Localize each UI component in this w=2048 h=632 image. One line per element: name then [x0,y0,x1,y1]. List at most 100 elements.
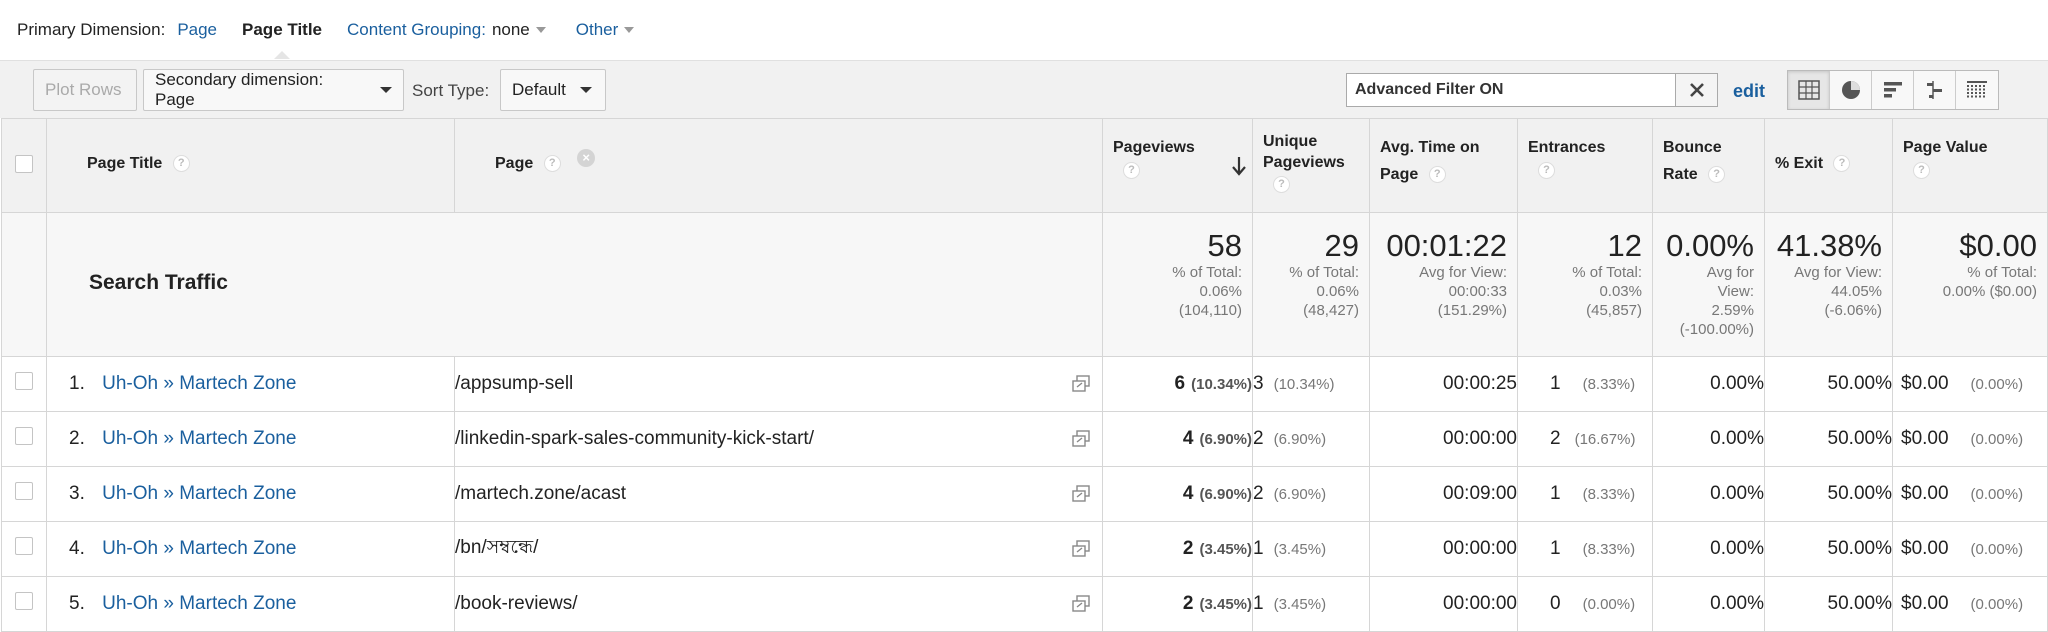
summary-entrances-pct: 0.03% [1599,283,1642,300]
bounce-rate-cell: 0.00% [1652,411,1765,467]
pie-view-button[interactable] [1830,71,1872,109]
bar-view-button[interactable] [1872,71,1914,109]
help-icon[interactable]: ? [1833,155,1851,173]
row-checkbox[interactable] [15,482,33,500]
page-title-column-header[interactable]: Page Title ? [46,118,455,213]
page-value-pct: (0.00%) [1970,431,2024,448]
table-row: 4. Uh-Oh » Martech Zone /bn/সম্বন্ধে/ 2 (… [1,521,2048,577]
pageviews-cell: 6 (10.34%) [1102,356,1253,412]
clear-filter-button[interactable] [1675,73,1718,107]
row-select-cell [1,466,47,522]
help-icon[interactable]: ? [1913,162,1930,180]
page-path: /linkedin-spark-sales-community-kick-sta… [455,428,814,449]
page-title-cell: 1. Uh-Oh » Martech Zone [46,356,455,412]
pct-exit-cell: 50.00% [1764,576,1893,632]
remove-dimension-icon[interactable]: × [577,149,596,167]
help-icon[interactable]: ? [1273,176,1290,194]
select-all-checkbox[interactable] [15,155,33,173]
primary-dimension-label: Primary Dimension: [17,20,166,39]
help-icon[interactable]: ? [1538,162,1555,180]
sort-descending-icon[interactable] [1230,155,1248,177]
summary-pageviews-caption: % of Total: [1172,264,1242,281]
summary-bounce-caption-1: Avg for [1706,264,1754,281]
avg-time-cell: 00:00:00 [1369,521,1518,577]
upv-pct: (6.90%) [1273,431,1327,448]
unique-pageviews-column-header[interactable]: Unique Pageviews ? [1252,118,1370,213]
page-path: /book-reviews/ [455,593,578,614]
pageviews-column-header[interactable]: Pageviews ? [1102,118,1253,213]
secondary-dimension-label: Secondary dimension: Page [155,70,324,109]
page-column-header[interactable]: Page ? × [454,118,1103,213]
page-title-link[interactable]: Uh-Oh » Martech Zone [102,428,296,449]
chevron-down-icon[interactable] [535,27,546,33]
entrances-pct: (8.33%) [1582,376,1636,393]
unique-pageviews-header-label-2: Pageviews [1263,154,1345,171]
table-row: 5. Uh-Oh » Martech Zone /book-reviews/ 2… [1,576,2048,632]
page-value-pct: (0.00%) [1970,541,2024,558]
sort-type-label: Sort Type: [412,81,490,100]
summary-entrances-total: 12 [1607,228,1642,263]
help-icon[interactable]: ? [1708,166,1726,184]
open-external-icon[interactable] [1072,595,1090,613]
summary-bounce-total: 0.00% [1666,228,1754,263]
comparison-view-icon [1926,81,1942,99]
entrances-cell: 1 (8.33%) [1517,521,1653,577]
plot-rows-button[interactable]: Plot Rows [33,69,137,111]
other-dimension-link[interactable]: Other [576,20,619,40]
advanced-filter-input[interactable] [1346,73,1676,107]
open-external-icon[interactable] [1072,430,1090,448]
row-checkbox[interactable] [15,372,33,390]
primary-dimension-page-link[interactable]: Page [177,20,217,40]
page-title-link[interactable]: Uh-Oh » Martech Zone [102,483,296,504]
summary-exit-caption: Avg for View: [1794,264,1882,281]
avg-time-header-label-2: Page [1380,166,1419,183]
entrances-pct: (16.67%) [1574,431,1636,448]
page-cell: /martech.zone/acast [454,466,1103,522]
avg-time-column-header[interactable]: Avg. Time on Page ? [1369,118,1518,213]
bounce-rate-header-label-2: Rate [1663,166,1698,183]
table-view-button[interactable] [1788,71,1830,109]
page-value-column-header[interactable]: Page Value ? [1892,118,2048,213]
row-checkbox[interactable] [15,592,33,610]
page-title-link[interactable]: Uh-Oh » Martech Zone [102,593,296,614]
page-title-link[interactable]: Uh-Oh » Martech Zone [102,538,296,559]
help-icon[interactable]: ? [1428,166,1446,184]
summary-entrances-site-total: (45,857) [1586,302,1642,319]
chevron-down-icon[interactable] [624,27,635,33]
open-external-icon[interactable] [1072,540,1090,558]
sort-type-dropdown[interactable]: Default [500,69,606,111]
open-external-icon[interactable] [1072,485,1090,503]
entrances-cell: 1 (8.33%) [1517,466,1653,522]
row-checkbox[interactable] [15,537,33,555]
pct-exit-column-header[interactable]: % Exit ? [1764,118,1893,213]
page-cell: /appsump-sell [454,356,1103,412]
secondary-dimension-dropdown[interactable]: Secondary dimension: Page [143,69,404,111]
page-title-link[interactable]: Uh-Oh » Martech Zone [102,373,296,394]
row-checkbox[interactable] [15,427,33,445]
entrances-pct: (8.33%) [1582,486,1636,503]
page-cell: /book-reviews/ [454,576,1103,632]
page-header-label: Page [495,155,534,172]
plot-rows-label: Plot Rows [45,80,122,99]
row-select-cell [1,411,47,467]
comparison-view-button[interactable] [1914,71,1956,109]
summary-title-cell: Search Traffic [46,212,1103,357]
pageviews-value: 4 [1182,483,1194,504]
pct-exit-cell: 50.00% [1764,411,1893,467]
edit-filter-link[interactable]: edit [1733,81,1765,102]
help-icon[interactable]: ? [1123,162,1140,180]
bounce-rate-column-header[interactable]: Bounce Rate ? [1652,118,1765,213]
help-icon[interactable]: ? [543,155,561,173]
content-grouping-value[interactable]: none [492,20,530,40]
chevron-down-icon [380,87,392,93]
open-external-icon[interactable] [1072,375,1090,393]
summary-entrances: 12 % of Total: 0.03% (45,857) [1517,212,1653,357]
pivot-view-button[interactable] [1956,71,1998,109]
entrances-column-header[interactable]: Entrances ? [1517,118,1653,213]
page-title-header-label: Page Title [87,155,163,172]
pageviews-value: 2 [1182,593,1194,614]
help-icon[interactable]: ? [172,155,190,173]
content-grouping-link[interactable]: Content Grouping: [347,20,486,40]
entrances-header-label: Entrances [1528,139,1606,156]
pageviews-cell: 4 (6.90%) [1102,411,1253,467]
